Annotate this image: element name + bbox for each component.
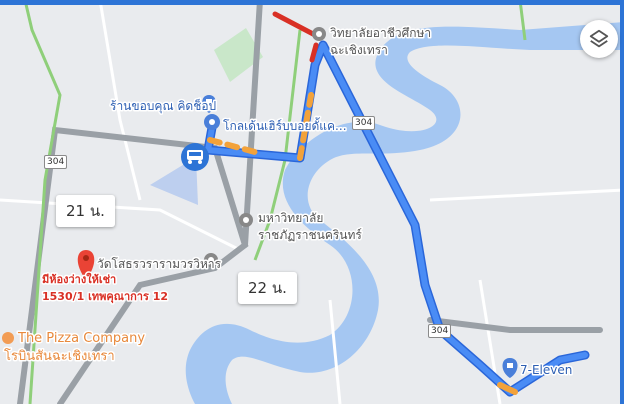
right-accent-bar — [620, 0, 624, 404]
road-shield: 304 — [428, 324, 452, 338]
place-university-2[interactable]: ราชภัฏราชนครินทร์ — [257, 227, 364, 244]
car-icon[interactable] — [181, 143, 209, 171]
top-accent-bar — [0, 0, 624, 5]
place-pizza-1[interactable]: The Pizza Company — [16, 330, 147, 348]
place-school[interactable]: โกลเด้นเฮิร์บบอยดั้แค... — [222, 116, 349, 135]
road-shield: 304 — [44, 155, 68, 169]
layers-button[interactable] — [580, 20, 618, 58]
place-temple[interactable]: วัดโสธรวรารามวรวิหาร — [96, 256, 224, 273]
school-pin[interactable] — [204, 114, 220, 130]
place-college[interactable]: วิทยาลัยอาชีวศึกษา — [328, 25, 432, 42]
place-pizza-2[interactable]: โรบินสันฉะเชิงเทรา — [3, 347, 117, 366]
pizza-pin[interactable] — [2, 332, 14, 344]
road-shield: 304 — [352, 116, 376, 130]
marker-text-2: 1530/1 เทพคุณาการ 12 — [42, 290, 168, 304]
marker-text-1: มีห้องว่างให้เช่า — [42, 272, 116, 286]
layers-icon — [589, 29, 609, 48]
place-university-1[interactable]: มหาวิทยาลัย — [257, 210, 325, 227]
place-college-city[interactable]: ฉะเชิงเทรา — [329, 42, 390, 59]
college-pin[interactable] — [312, 27, 326, 41]
place-seven-eleven[interactable]: 7-Eleven — [519, 362, 574, 379]
eta-car-label[interactable]: 21 น. — [56, 195, 115, 227]
eta-alt-label[interactable]: 22 น. — [238, 272, 297, 304]
university-pin[interactable] — [239, 213, 253, 227]
place-shop[interactable]: ร้านขอบคุณ คิดช็อป — [109, 97, 218, 116]
